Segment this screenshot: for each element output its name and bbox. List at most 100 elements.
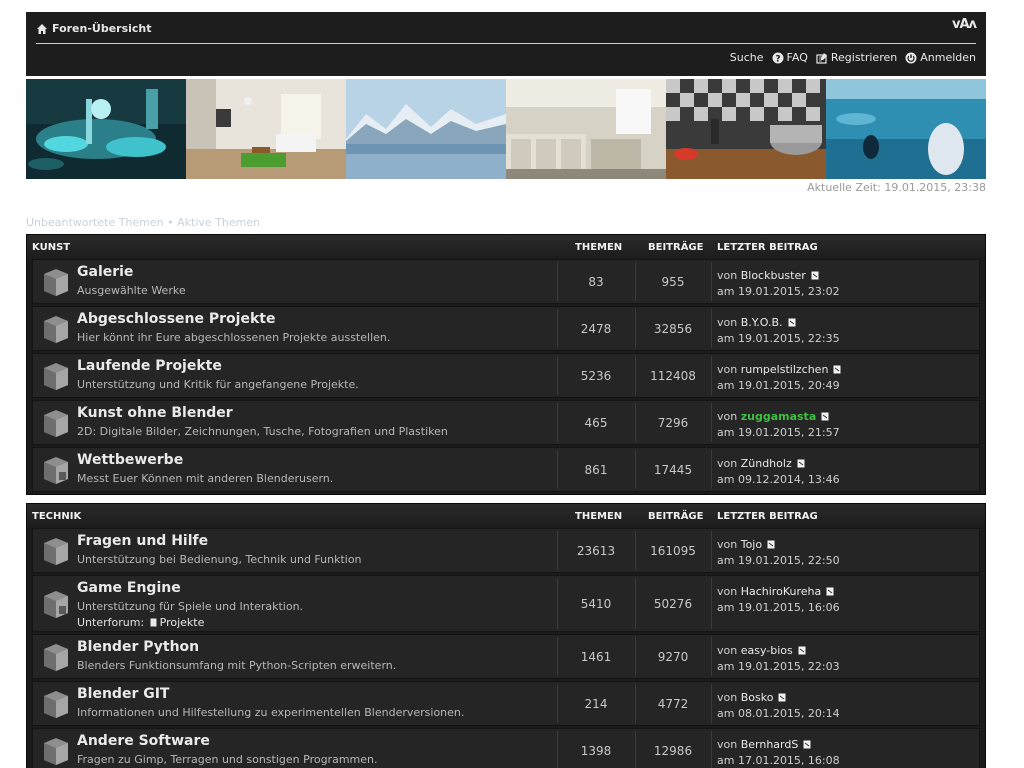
forum-row: Abgeschlossene Projekte Hier könnt ihr E… bbox=[32, 306, 980, 351]
last-post: von Blockbuster am 19.01.2015, 23:02 bbox=[717, 268, 840, 300]
view-latest-post-icon[interactable] bbox=[826, 587, 835, 596]
view-latest-post-icon[interactable] bbox=[811, 271, 820, 280]
subforum-label: Unterforum: bbox=[77, 616, 145, 629]
col-topics: THEMEN bbox=[575, 242, 623, 253]
view-latest-post-icon[interactable] bbox=[803, 740, 812, 749]
banner-image-underwater bbox=[826, 79, 986, 179]
register-link[interactable]: Registrieren bbox=[816, 51, 897, 64]
col-last-post: LETZTER BEITRAG bbox=[717, 242, 818, 253]
last-post-user-link[interactable]: Bosko bbox=[741, 691, 774, 704]
unanswered-topics-link[interactable]: Unbeantwortete Themen bbox=[26, 216, 164, 229]
last-post-date: am 19.01.2015, 22:03 bbox=[717, 660, 840, 673]
view-latest-post-icon[interactable] bbox=[788, 318, 797, 327]
last-post-user-link[interactable]: easy-bios bbox=[741, 644, 793, 657]
last-post-date: am 19.01.2015, 23:02 bbox=[717, 285, 840, 298]
home-icon bbox=[37, 23, 47, 34]
last-post-by: von bbox=[717, 269, 738, 282]
forum-row: Laufende Projekte Unterstützung und Krit… bbox=[32, 353, 980, 398]
forum-read-icon bbox=[44, 409, 68, 437]
forum-read-icon bbox=[44, 537, 68, 565]
post-count: 32856 bbox=[653, 321, 693, 336]
search-link[interactable]: Suche bbox=[730, 51, 764, 64]
login-link[interactable]: Anmelden bbox=[905, 51, 976, 64]
view-latest-post-icon[interactable] bbox=[767, 540, 776, 549]
forum-row: Wettbewerbe Messt Euer Können mit andere… bbox=[32, 447, 980, 492]
header-divider bbox=[36, 43, 976, 44]
forum-row: Blender GIT Informationen und Hilfestell… bbox=[32, 681, 980, 726]
last-post-date: am 09.12.2014, 13:46 bbox=[717, 473, 840, 486]
last-post-user-link[interactable]: zuggamasta bbox=[741, 410, 817, 423]
active-topics-link[interactable]: Aktive Themen bbox=[177, 216, 260, 229]
last-post-user-link[interactable]: Blockbuster bbox=[741, 269, 806, 282]
last-post: von B.Y.O.B. am 19.01.2015, 22:35 bbox=[717, 315, 840, 347]
subforum-list: Unterforum: Projekte bbox=[77, 616, 204, 629]
last-post-user-link[interactable]: Zündholz bbox=[741, 457, 792, 470]
last-post-user-link[interactable]: BernhardS bbox=[741, 738, 799, 751]
forum-row: Blender Python Blenders Funktionsumfang … bbox=[32, 634, 980, 679]
forum-title-link[interactable]: Fragen und Hilfe bbox=[77, 533, 208, 549]
last-post-date: am 17.01.2015, 16:08 bbox=[717, 754, 840, 767]
topic-count: 465 bbox=[584, 415, 608, 430]
post-count: 50276 bbox=[653, 596, 693, 611]
forum-description: Unterstützung für Spiele und Interaktion… bbox=[77, 600, 304, 613]
forum-read-icon bbox=[44, 362, 68, 390]
forum-description: Informationen und Hilfestellung zu exper… bbox=[77, 706, 465, 719]
forum-title-link[interactable]: Blender GIT bbox=[77, 686, 169, 702]
forum-row: Fragen und Hilfe Unterstützung bei Bedie… bbox=[32, 528, 980, 573]
view-latest-post-icon[interactable] bbox=[778, 693, 787, 702]
last-post: von Tojo am 19.01.2015, 22:50 bbox=[717, 537, 840, 569]
last-post-user-link[interactable]: rumpelstilzchen bbox=[741, 363, 829, 376]
svg-text:?: ? bbox=[775, 54, 780, 64]
post-count: 4772 bbox=[657, 696, 689, 711]
view-latest-post-icon[interactable] bbox=[797, 459, 806, 468]
forum-title-link[interactable]: Kunst ohne Blender bbox=[77, 405, 233, 421]
view-latest-post-icon[interactable] bbox=[821, 412, 830, 421]
forum-title-link[interactable]: Andere Software bbox=[77, 733, 210, 749]
post-count: 112408 bbox=[650, 368, 696, 383]
forum-title-link[interactable]: Laufende Projekte bbox=[77, 358, 222, 374]
forum-read-icon bbox=[44, 268, 68, 296]
last-post-user-link[interactable]: B.Y.O.B. bbox=[741, 316, 783, 329]
view-latest-post-icon[interactable] bbox=[798, 646, 807, 655]
banner-image-mountains bbox=[346, 79, 506, 179]
last-post-by: von bbox=[717, 644, 738, 657]
topic-count: 23613 bbox=[576, 543, 616, 558]
faq-link[interactable]: ? FAQ bbox=[772, 51, 808, 64]
post-count: 161095 bbox=[650, 543, 696, 558]
forum-title-link[interactable]: Blender Python bbox=[77, 639, 199, 655]
last-post-by: von bbox=[717, 538, 738, 551]
subforum-link[interactable]: Projekte bbox=[160, 616, 205, 629]
home-link[interactable]: Foren-Übersicht bbox=[36, 22, 152, 35]
last-post-user-link[interactable]: HachiroKureha bbox=[741, 585, 822, 598]
last-post: von zuggamasta am 19.01.2015, 21:57 bbox=[717, 409, 840, 441]
quick-links: Unbeantwortete Themen • Aktive Themen bbox=[26, 216, 260, 229]
last-post-user-link[interactable]: Tojo bbox=[741, 538, 762, 551]
category-technik: TECHNIK THEMEN BEITRÄGE LETZTER BEITRAG … bbox=[26, 503, 986, 768]
category-title[interactable]: KUNST bbox=[32, 242, 70, 253]
banner-image-kitchen bbox=[506, 79, 666, 179]
last-post-by: von bbox=[717, 457, 738, 470]
last-post-date: am 19.01.2015, 22:35 bbox=[717, 332, 840, 345]
last-post-date: am 19.01.2015, 21:57 bbox=[717, 426, 840, 439]
font-size-toggle[interactable]: vAʌ bbox=[952, 17, 977, 32]
faq-label: FAQ bbox=[786, 51, 808, 64]
category-header: TECHNIK THEMEN BEITRÄGE LETZTER BEITRAG bbox=[27, 504, 985, 528]
view-latest-post-icon[interactable] bbox=[833, 365, 842, 374]
post-count: 7296 bbox=[657, 415, 689, 430]
header-nav: Suche ? FAQ Registrieren Anmelden bbox=[730, 51, 976, 64]
post-count: 955 bbox=[661, 274, 685, 289]
topic-count: 5410 bbox=[580, 596, 612, 611]
forum-title-link[interactable]: Galerie bbox=[77, 264, 133, 280]
register-icon bbox=[816, 52, 827, 64]
last-post-by: von bbox=[717, 738, 738, 751]
last-post-by: von bbox=[717, 691, 738, 704]
home-label: Foren-Übersicht bbox=[52, 22, 152, 35]
forum-description: Unterstützung bei Bedienung, Technik und… bbox=[77, 553, 362, 566]
forum-title-link[interactable]: Abgeschlossene Projekte bbox=[77, 311, 275, 327]
last-post-date: am 19.01.2015, 16:06 bbox=[717, 601, 840, 614]
topic-count: 861 bbox=[584, 462, 608, 477]
forum-title-link[interactable]: Wettbewerbe bbox=[77, 452, 183, 468]
col-topics: THEMEN bbox=[575, 511, 623, 522]
forum-title-link[interactable]: Game Engine bbox=[77, 580, 181, 596]
category-title[interactable]: TECHNIK bbox=[32, 511, 81, 522]
